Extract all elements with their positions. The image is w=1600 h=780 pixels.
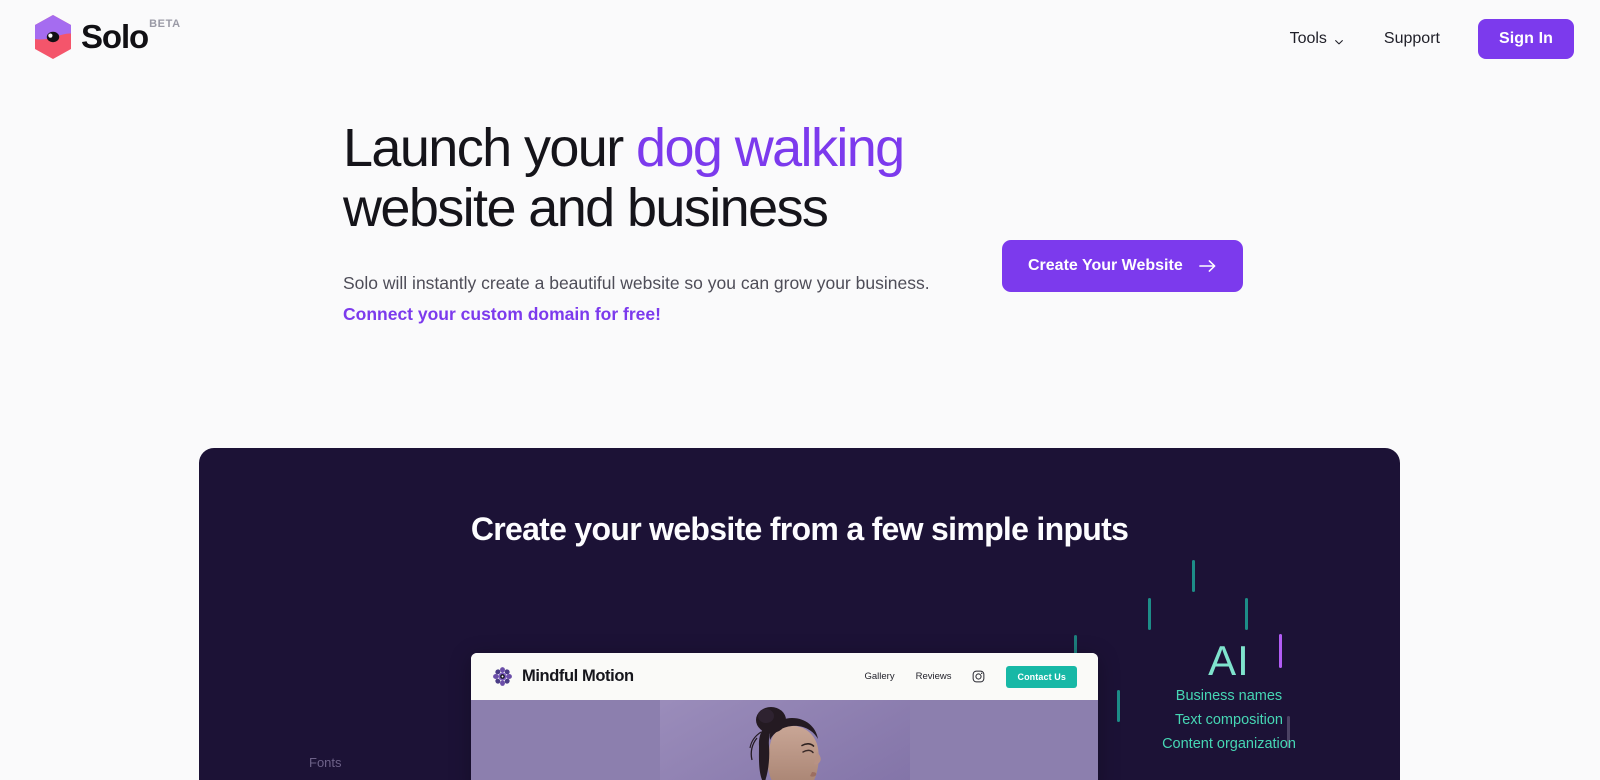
create-your-website-button[interactable]: Create Your Website (1002, 240, 1243, 292)
decorative-tick (1245, 598, 1248, 630)
preview-nav: Gallery Reviews Contact Us (864, 665, 1077, 688)
preview-brand-name: Mindful Motion (522, 667, 634, 685)
feature-panel: Create your website from a few simple in… (199, 448, 1400, 780)
flower-mandala-icon (493, 667, 512, 686)
ai-title: AI (1208, 637, 1250, 684)
custom-domain-link[interactable]: Connect your custom domain for free! (343, 304, 661, 324)
brand-name: Solo (81, 18, 149, 55)
brand-logo[interactable]: Solo BETA (32, 14, 181, 60)
nav-item-support[interactable]: Support (1364, 19, 1460, 59)
fonts-label: Fonts (309, 755, 342, 770)
feature-panel-heading: Create your website from a few simple in… (470, 511, 1129, 547)
page-title: Launch your dog walking website and busin… (343, 118, 963, 238)
ai-item-content-organization: Content organization (1162, 736, 1296, 752)
beta-badge: BETA (149, 18, 181, 30)
sign-in-button[interactable]: Sign In (1477, 19, 1574, 59)
landing-page: Solo BETA Tools Support Sign In Launch y… (0, 0, 1600, 780)
preview-brand: Mindful Motion (493, 667, 634, 686)
nav-item-tools-label: Tools (1289, 30, 1327, 47)
hero-cta-wrap: Create Your Website (1002, 240, 1243, 292)
create-your-website-label: Create Your Website (1028, 257, 1183, 274)
decorative-tick (1192, 560, 1195, 592)
preview-nav-gallery[interactable]: Gallery (864, 671, 894, 682)
preview-contact-us-button[interactable]: Contact Us (1006, 665, 1077, 688)
ai-feature-list: AI Business names Text composition Conte… (1124, 638, 1334, 756)
hero-copy: Launch your dog walking website and busin… (343, 118, 963, 330)
preview-nav-reviews[interactable]: Reviews (916, 671, 952, 682)
preview-hero-portrait (659, 700, 910, 780)
decorative-tick (1117, 690, 1120, 722)
preview-hero-image (471, 700, 1098, 780)
nav-item-support-label: Support (1383, 30, 1440, 47)
site-header: Solo BETA Tools Support Sign In (0, 0, 1600, 78)
hero-title-suffix: website and business (343, 178, 829, 238)
arrow-right-icon (1198, 258, 1217, 274)
instagram-icon[interactable] (972, 670, 985, 683)
website-preview-card: Mindful Motion Gallery Reviews Contact U… (471, 653, 1098, 780)
hero-title-accent: dog walking (636, 118, 905, 178)
ai-item-business-names: Business names (1175, 688, 1283, 704)
decorative-tick (1148, 598, 1151, 630)
preview-site-header: Mindful Motion Gallery Reviews Contact U… (471, 653, 1098, 700)
solo-hexagon-logo-icon (32, 14, 74, 60)
chevron-down-icon (1334, 34, 1344, 45)
hero-subtitle: Solo will instantly create a beautiful w… (343, 268, 953, 330)
ai-item-text-composition: Text composition (1175, 712, 1283, 728)
hero-subtitle-text: Solo will instantly create a beautiful w… (343, 273, 930, 293)
nav-item-tools[interactable]: Tools (1270, 19, 1364, 59)
hero-title-prefix: Launch your (343, 118, 637, 178)
primary-nav: Tools Support Sign In (1270, 0, 1574, 78)
